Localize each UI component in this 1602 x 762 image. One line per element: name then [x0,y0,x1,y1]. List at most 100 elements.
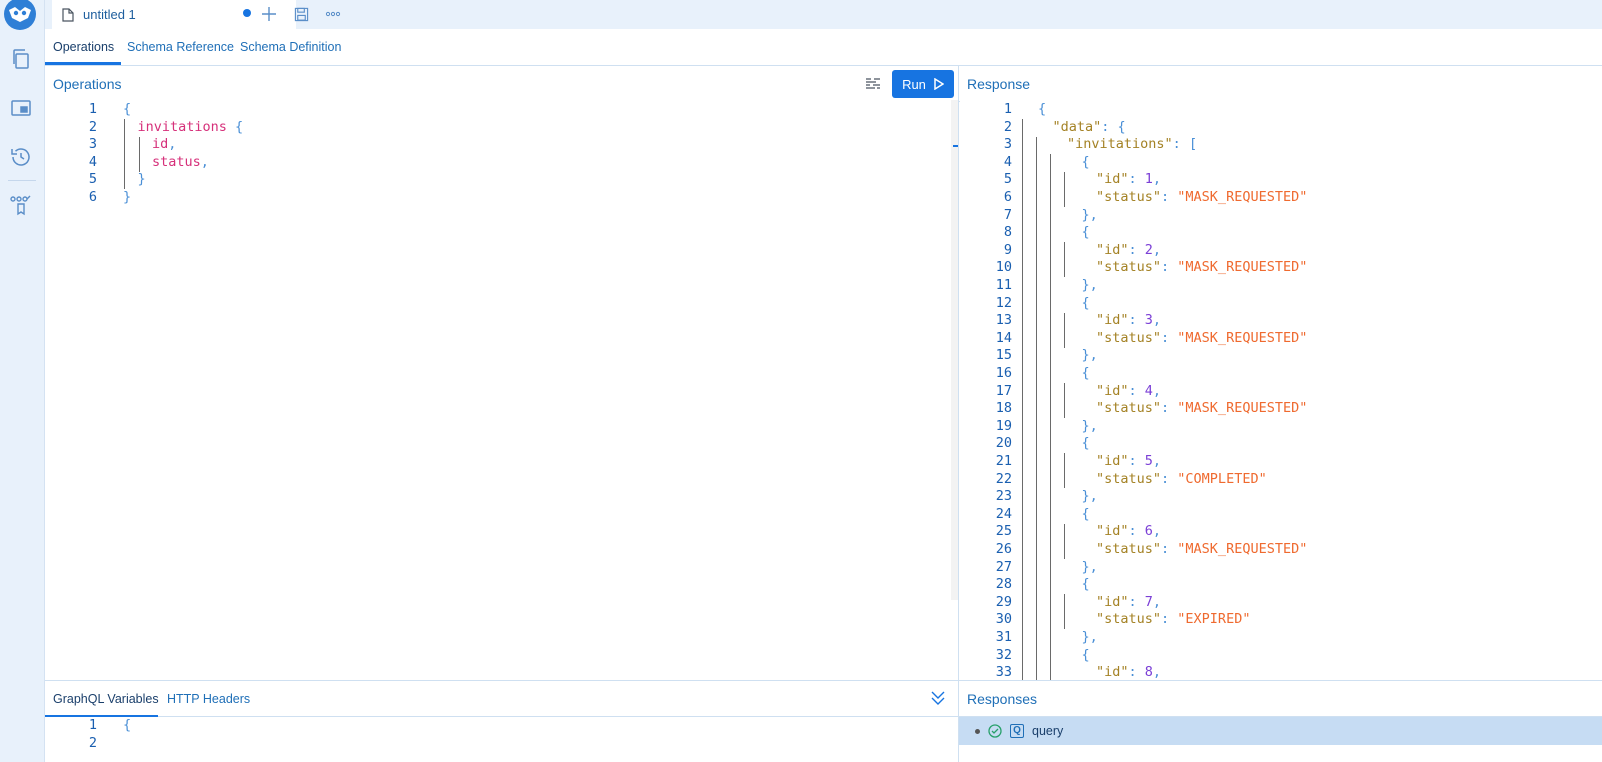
tab-http-headers[interactable]: HTTP Headers [167,692,250,706]
line-number: 6 [88,189,97,205]
code-line: 27}, [960,559,1098,577]
code-line: 12 { [960,294,1090,313]
run-button[interactable]: Run [892,70,954,98]
code-line: 6 "status": "MASK_REQUESTED" [960,189,1307,207]
line-number: 11 [995,277,1012,293]
line-number: 3 [1003,136,1012,153]
code-line: 4 status, [45,153,209,172]
indent-guide [124,119,125,189]
code-text: "id": 2, [1096,241,1162,258]
line-number: 7 [1003,206,1012,223]
code-line: 3 "invitations": [ [960,136,1197,154]
code-text: "id": 7, [1096,593,1162,610]
line-number: 21 [995,453,1012,469]
code-text: "id": 8, [1096,664,1162,680]
code-text: } [123,189,132,205]
code-line: 5} [45,171,146,189]
response-viewer[interactable]: 1{2 "data": {3 "invitations": [4{5 "id": 1,… [960,101,1602,680]
new-tab-plus-icon[interactable] [259,4,279,24]
line-number: 14 [995,329,1012,346]
line-number: 13 [995,312,1012,329]
code-text: { [1038,101,1047,117]
schema-bookmark-icon[interactable] [9,192,33,216]
code-text: "status": "MASK_REQUESTED" [1096,541,1308,557]
prettify-icon[interactable] [865,76,881,92]
line-number: 12 [995,294,1012,311]
responses-header: Responses [959,680,1602,717]
query-badge-icon: Q [1010,724,1024,738]
code-line: 18 "status": "MASK_REQUESTED" [960,400,1308,418]
collection-icon[interactable] [9,96,33,120]
history-icon[interactable] [9,145,33,169]
panel-splitter[interactable] [958,66,959,762]
code-line: 15}, [960,347,1098,365]
line-number: 5 [88,171,97,188]
line-number: 8 [1003,224,1012,241]
code-line: 11}, [960,277,1098,295]
response-history-item[interactable]: Q query [959,717,1602,745]
code-text: "status": "MASK_REQUESTED" [1096,329,1308,346]
code-text: { [1081,435,1090,452]
code-text: "status": "MASK_REQUESTED" [1096,259,1308,276]
operations-title: Operations [53,76,122,92]
code-text: status, [152,153,209,170]
line-number: 6 [1003,189,1012,205]
bullet-icon [975,728,980,734]
indent-guide [1064,524,1065,559]
line-number: 4 [88,153,97,170]
indent-guide [1064,383,1065,418]
line-number: 30 [995,611,1012,628]
code-line: 17 "id": 4, [960,383,1161,401]
indent-guide [1064,453,1065,488]
operations-editor[interactable]: 1{2 invitations { 3 id, 4 status, 5} 6} [45,101,951,680]
code-text: "id": 5, [1096,453,1162,469]
line-number: 2 [88,734,97,751]
code-text: "id": 1, [1096,171,1162,188]
code-line: 2 invitations { [45,118,243,137]
code-text: { [1081,153,1090,170]
code-line: 1{ [45,101,131,119]
more-options-icon[interactable] [323,4,343,24]
code-text: id, [152,136,177,153]
code-line: 16 { [960,365,1090,383]
code-text: "id": 4, [1096,382,1162,399]
copy-icon[interactable] [9,47,33,71]
success-check-icon [988,724,1002,738]
tab-graphql-variables[interactable]: GraphQL Variables [53,692,159,706]
variables-editor[interactable]: 1{2 [45,717,958,762]
code-line: 3 id, [45,136,177,154]
tab-operations[interactable]: Operations [53,40,114,54]
line-number: 3 [88,136,97,153]
indent-guide [1022,119,1023,680]
code-line: 23}, [960,488,1098,506]
code-line: 4{ [960,154,1090,172]
line-number: 9 [1003,241,1012,258]
file-tab-title: untitled 1 [83,7,136,22]
collapse-chevron-icon[interactable] [930,689,946,707]
code-line: 2 [45,735,97,753]
line-number: 22 [995,470,1012,487]
code-text: { [123,101,132,117]
tab-schema-reference[interactable]: Schema Reference [127,40,234,54]
code-line: 7}, [960,206,1098,225]
code-text: { [1081,294,1090,311]
tab-bar: untitled 1 [45,0,1602,29]
code-text: "data": { [1052,118,1126,135]
code-line: 21 "id": 5, [960,453,1161,471]
code-text: "status": "EXPIRED" [1096,611,1251,628]
unsaved-dot-icon [243,9,251,17]
code-text: }, [1081,347,1098,364]
code-line: 33 "id": 8, [960,664,1161,680]
code-line: 10 "status": "MASK_REQUESTED" [960,259,1308,277]
save-icon[interactable] [291,4,311,24]
line-number: 33 [995,664,1012,680]
app-logo-icon [4,0,36,30]
line-number: 2 [88,118,97,135]
code-text: }, [1081,206,1098,223]
variables-tabs: GraphQL Variables HTTP Headers [45,680,958,717]
line-number: 2 [1003,118,1012,135]
code-text: { [1081,576,1090,593]
tab-schema-definition[interactable]: Schema Definition [240,40,341,54]
indent-guide [1064,313,1065,348]
code-text: invitations { [137,118,244,135]
